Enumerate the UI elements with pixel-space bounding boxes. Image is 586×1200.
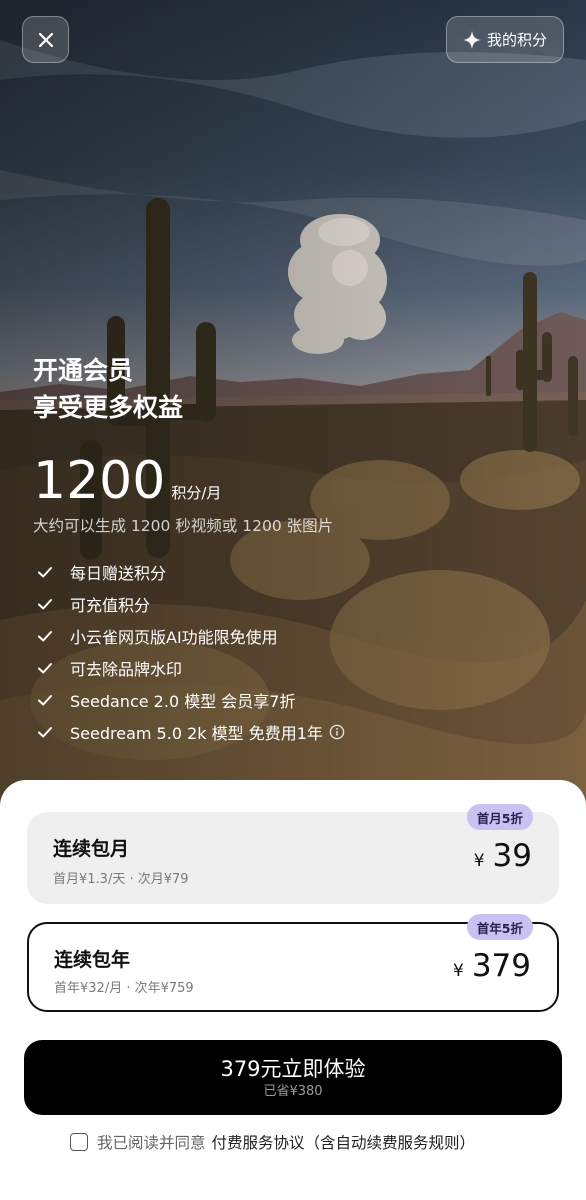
- benefit-label: Seedream 5.0 2k 模型 免费用1年: [70, 724, 323, 743]
- discount-badge: 首月5折: [466, 804, 533, 830]
- page-headline: 开通会员 享受更多权益: [33, 352, 183, 426]
- benefit-label: Seedance 2.0 模型 会员享7折: [70, 692, 296, 711]
- benefit-label: 每日赠送积分: [70, 564, 167, 583]
- agreement-checkbox[interactable]: [70, 1133, 88, 1151]
- benefit-item: 可去除品牌水印: [36, 652, 345, 684]
- service-agreement-link[interactable]: 付费服务协议（含自动续费服务规则）: [212, 1131, 476, 1153]
- benefit-item: 可充值积分: [36, 588, 345, 620]
- benefit-item: Seedream 5.0 2k 模型 免费用1年: [36, 716, 345, 748]
- benefit-label: 可去除品牌水印: [70, 660, 183, 679]
- price-amount: 39: [492, 838, 532, 874]
- subscribe-button[interactable]: 379元立即体验 已省¥380: [24, 1040, 562, 1115]
- plan-yearly[interactable]: 连续包年 首年¥32/月 · 次年¥759 ¥ 379 首年5折: [27, 914, 559, 1012]
- plan-price: ¥ 379: [453, 948, 531, 984]
- my-points-button[interactable]: 我的积分: [445, 16, 564, 63]
- price-amount: 379: [471, 948, 531, 984]
- check-icon: [36, 627, 54, 645]
- benefits-list: 每日赠送积分 可充值积分 小云雀网页版AI功能限免使用 可去除品牌水印 Seed…: [36, 556, 345, 748]
- check-icon: [36, 723, 54, 741]
- benefit-item: 每日赠送积分: [36, 556, 345, 588]
- benefit-label: 可充值积分: [70, 596, 151, 615]
- headline-line-1: 开通会员: [33, 356, 134, 385]
- credits-description: 大约可以生成 1200 秒视频或 1200 张图片: [33, 517, 334, 535]
- close-icon: [37, 31, 55, 49]
- purchase-sheet: 连续包月 首月¥1.3/天 · 次月¥79 ¥ 39 首月5折 连续包年 首年¥…: [0, 780, 586, 1200]
- info-icon[interactable]: [329, 724, 345, 740]
- check-icon: [36, 659, 54, 677]
- my-points-label: 我的积分: [486, 31, 547, 49]
- currency-symbol: ¥: [453, 961, 464, 981]
- headline-line-2: 享受更多权益: [33, 393, 184, 422]
- plan-name: 连续包月: [53, 838, 130, 860]
- check-icon: [36, 595, 54, 613]
- benefit-label: 小云雀网页版AI功能限免使用: [70, 628, 278, 647]
- benefit-item: 小云雀网页版AI功能限免使用: [36, 620, 345, 652]
- monthly-credits: 1200 积分/月: [33, 452, 221, 510]
- subscribe-button-label: 379元立即体验: [220, 1056, 366, 1081]
- savings-label: 已省¥380: [263, 1083, 323, 1099]
- check-icon: [36, 563, 54, 581]
- credits-unit: 积分/月: [171, 484, 222, 502]
- benefit-item: Seedance 2.0 模型 会员享7折: [36, 684, 345, 716]
- plan-price: ¥ 39: [474, 838, 532, 874]
- close-button[interactable]: [22, 16, 69, 63]
- discount-badge: 首年5折: [466, 914, 533, 940]
- agreement-row: 我已阅读并同意 付费服务协议（含自动续费服务规则）: [70, 1131, 475, 1153]
- currency-symbol: ¥: [473, 851, 485, 871]
- credits-number: 1200: [33, 451, 166, 511]
- check-icon: [36, 691, 54, 709]
- plan-price-detail: 首月¥1.3/天 · 次月¥79: [53, 872, 189, 887]
- sparkle-icon: [462, 30, 481, 49]
- plan-price-detail: 首年¥32/月 · 次年¥759: [54, 981, 194, 996]
- plan-monthly[interactable]: 连续包月 首月¥1.3/天 · 次月¥79 ¥ 39 首月5折: [27, 804, 559, 904]
- plan-name: 连续包年: [54, 949, 131, 971]
- agreement-text: 我已阅读并同意: [97, 1134, 206, 1152]
